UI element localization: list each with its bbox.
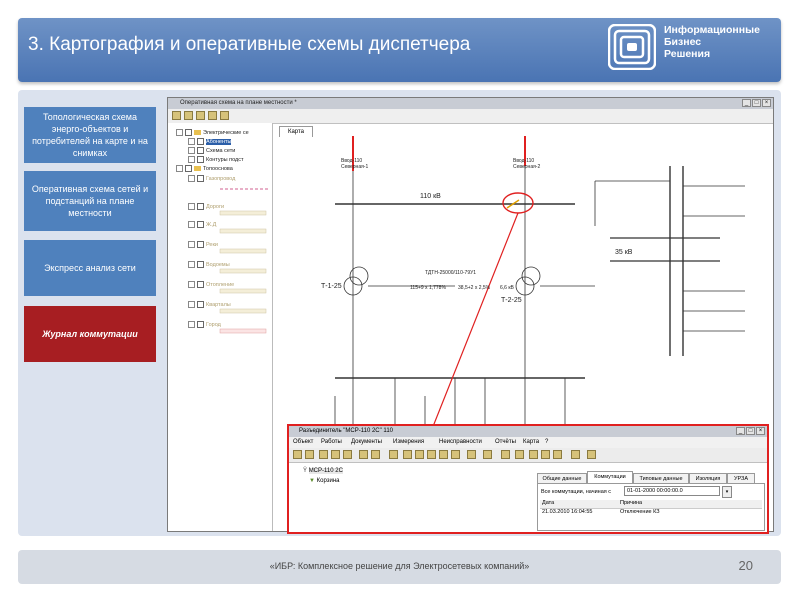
dialog-object-tree: Ÿ МСР-110 2С ▼ Корзина — [293, 466, 529, 530]
transformer-label: ТДТН-25000/110-79У1 — [425, 270, 476, 276]
slide-title: 3. Картография и оперативные схемы диспе… — [28, 34, 471, 55]
minimize-button[interactable]: _ — [742, 99, 751, 107]
tab-type-data[interactable]: Типовые данные — [633, 473, 689, 483]
bus110-label: 110 кВ — [420, 193, 441, 200]
app-toolbar — [168, 109, 773, 124]
logo-text: Информационные Бизнес Решения — [664, 24, 760, 60]
menu-object[interactable]: Объект — [293, 437, 313, 448]
tool-add-icon[interactable] — [319, 450, 328, 459]
params3-label: 6,6 кВ — [500, 285, 515, 291]
tool-tools-icon[interactable] — [439, 450, 448, 459]
footer-text: «ИБР: Комплексное решение для Электросет… — [269, 561, 530, 571]
logo-icon — [607, 23, 657, 71]
menu-works[interactable]: Работы — [321, 437, 342, 448]
svg-text:Северная-2: Северная-2 — [513, 164, 540, 170]
tool-pen-icon[interactable] — [501, 450, 510, 459]
tab-isolation[interactable]: Изоляция — [689, 473, 727, 483]
t1-label: Т-1-25 — [321, 283, 342, 290]
layer-style-swatches — [219, 188, 268, 334]
close-button[interactable]: × — [762, 99, 771, 107]
basket-icon: ▼ — [309, 478, 315, 484]
tree-item-disconnector[interactable]: Ÿ МСР-110 2С — [303, 468, 343, 474]
tool-folder-icon[interactable] — [305, 450, 314, 459]
tab-general[interactable]: Общие данные — [537, 473, 587, 483]
tool-open-icon[interactable] — [293, 450, 302, 459]
tool-cross-icon[interactable] — [587, 450, 596, 459]
app-title: Оперативная схема на плане местности * — [180, 100, 297, 106]
dialog-minimize-button[interactable]: _ — [736, 427, 745, 435]
tool-settings-icon[interactable] — [451, 450, 460, 459]
menu-faults[interactable]: Неисправности — [439, 437, 482, 448]
maximize-button[interactable]: □ — [752, 99, 761, 107]
tool-binoculars-icon[interactable] — [541, 450, 550, 459]
toolbar-layer-icon[interactable] — [184, 111, 193, 120]
tool-refresh-icon[interactable] — [359, 450, 368, 459]
disconnector-dialog: Разъединитель "МСР-110 2С" 110 _ □ × Объ… — [287, 424, 769, 534]
menu-map[interactable]: Карта — [523, 437, 539, 448]
params2-label: 38,5+2 х 2,5% — [458, 285, 491, 291]
company-logo: Информационные Бизнес Решения — [607, 23, 768, 72]
table-row[interactable]: 21.03.2010 16:04:55 Отключение КЗ — [540, 509, 762, 517]
dialog-title-bar: Разъединитель "МСР-110 2С" 110 _ □ × — [289, 426, 767, 437]
toolbar-properties-icon[interactable] — [220, 111, 229, 120]
highlight-circle — [502, 192, 534, 214]
sidebar-item-express-analysis[interactable]: Экспресс анализ сети — [24, 240, 156, 296]
dialog-title: Разъединитель "МСР-110 2С" 110 — [299, 428, 394, 434]
calendar-dropdown-icon[interactable]: ▾ — [722, 486, 732, 498]
dialog-close-button[interactable]: × — [756, 427, 765, 435]
layer-tree: Электрические се Абоненты Схема сети Кон… — [168, 123, 273, 531]
tool-list-icon[interactable] — [467, 450, 476, 459]
tool-book-icon[interactable] — [483, 450, 492, 459]
tool-lock2-icon[interactable] — [515, 450, 524, 459]
tool-search-icon[interactable] — [529, 450, 538, 459]
tool-link-icon[interactable] — [553, 450, 562, 459]
menu-help[interactable]: ? — [545, 437, 548, 448]
table-header: Дата Причина — [540, 500, 762, 509]
sidebar-item-switching-log[interactable]: Журнал коммутации — [24, 306, 156, 362]
dialog-menu-bar: Объект Работы Документы Измерения Неиспр… — [289, 437, 767, 448]
tree-item-basket[interactable]: ▼ Корзина — [309, 478, 339, 484]
bus35-label: 35 кВ — [615, 249, 633, 256]
switching-panel: Все коммутации, начиная с ▾ Дата Причина… — [537, 483, 765, 531]
tab-urza[interactable]: УРЗА — [727, 473, 755, 483]
tool-down-icon[interactable] — [331, 450, 340, 459]
dialog-maximize-button[interactable]: □ — [746, 427, 755, 435]
menu-reports[interactable]: Отчёты — [495, 437, 516, 448]
filter-date-input[interactable] — [624, 486, 720, 496]
toolbar-layers-icon[interactable] — [172, 111, 181, 120]
svg-text:Северная-1: Северная-1 — [341, 164, 368, 170]
menu-measurements[interactable]: Измерения — [393, 437, 424, 448]
tool-switch-icon[interactable] — [571, 450, 580, 459]
menu-documents[interactable]: Документы — [351, 437, 382, 448]
tool-chart-icon[interactable] — [427, 450, 436, 459]
toolbar-move-down-icon[interactable] — [208, 111, 217, 120]
sidebar-item-topology[interactable]: Топологическая схема энерго-объектов и п… — [24, 107, 156, 163]
toolbar-move-up-icon[interactable] — [196, 111, 205, 120]
sidebar-item-operative-scheme[interactable]: Оперативная схема сетей и подстанций на … — [24, 171, 156, 231]
dialog-toolbar — [289, 448, 767, 463]
params1-label: 115+9 х 1,778% — [410, 285, 446, 291]
tool-print-icon[interactable] — [389, 450, 398, 459]
tool-doc-icon[interactable] — [415, 450, 424, 459]
tool-up-icon[interactable] — [343, 450, 352, 459]
dialog-tabs: Общие данные Коммутации Типовые данные И… — [537, 471, 765, 483]
page-number: 20 — [738, 558, 753, 573]
tool-lock-icon[interactable] — [403, 450, 412, 459]
tool-edit-icon[interactable] — [371, 450, 380, 459]
t2-label: Т-2-25 — [501, 297, 522, 304]
app-title-bar: Оперативная схема на плане местности * _… — [168, 98, 773, 109]
filter-label: Все коммутации, начиная с — [541, 489, 612, 495]
tab-switching[interactable]: Коммутации — [587, 471, 633, 483]
slide-footer: «ИБР: Комплексное решение для Электросет… — [18, 550, 781, 584]
